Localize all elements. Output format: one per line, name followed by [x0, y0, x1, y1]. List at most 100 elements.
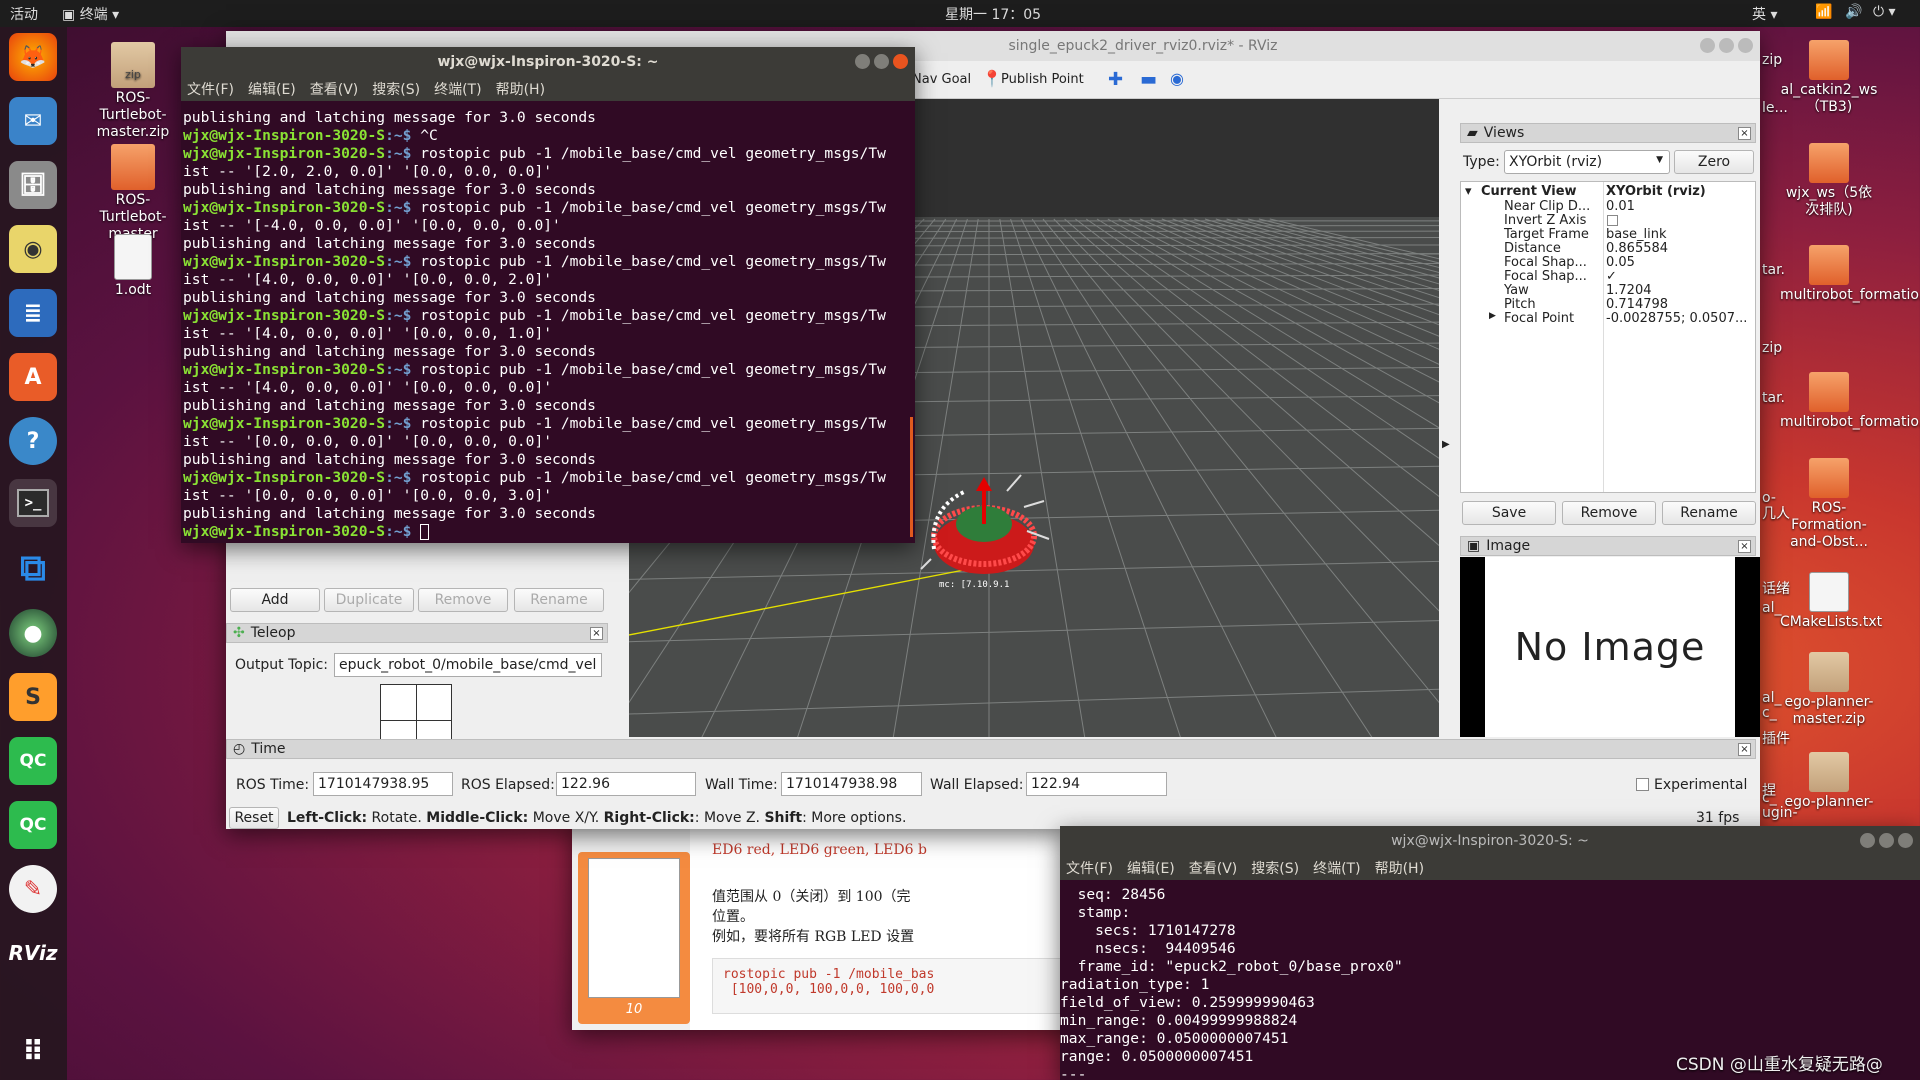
- close-icon[interactable]: ×: [590, 627, 603, 640]
- desktop-icon[interactable]: wjx_ws（5依次排队): [1780, 143, 1878, 219]
- close-icon[interactable]: ×: [1738, 127, 1751, 140]
- writer-icon[interactable]: ≣: [9, 289, 57, 337]
- remove-view-button[interactable]: Remove: [1562, 501, 1656, 525]
- nav-goal-tool[interactable]: Nav Goal: [912, 72, 971, 87]
- volume-icon[interactable]: 🔊: [1845, 4, 1862, 20]
- terminal-titlebar[interactable]: wjx@wjx-Inspiron-3020-S: ~: [181, 47, 915, 77]
- files-icon[interactable]: 🗄: [9, 161, 57, 209]
- views-tree[interactable]: ▾ Current View XYOrbit (rviz) Near Clip …: [1460, 181, 1756, 493]
- remove-display-button[interactable]: Remove: [418, 588, 508, 612]
- show-apps-icon[interactable]: ⠿: [9, 1027, 57, 1075]
- desktop-icon-odt[interactable]: 1.odt: [83, 234, 183, 299]
- rename-display-button[interactable]: Rename: [514, 588, 604, 612]
- expand-icon[interactable]: ▾: [1465, 184, 1472, 199]
- rename-view-button[interactable]: Rename: [1662, 501, 1756, 525]
- desktop-icon[interactable]: al_catkin2_ws（TB3): [1780, 40, 1878, 116]
- terminal-line: frame_id: "epuck2_robot_0/base_prox0": [1060, 958, 1403, 975]
- desktop-icon[interactable]: CMakeLists.txt: [1780, 572, 1882, 631]
- publish-point-tool[interactable]: Publish Point: [1001, 72, 1084, 87]
- invert-z-checkbox[interactable]: [1607, 215, 1618, 226]
- network-icon[interactable]: 📶: [1815, 4, 1832, 20]
- view-type-select[interactable]: XYOrbit (rviz) ▼: [1504, 150, 1670, 174]
- minimize-button[interactable]: [855, 54, 870, 69]
- minimize-button[interactable]: [1700, 38, 1715, 53]
- view-property-value[interactable]: 0.01: [1606, 199, 1635, 214]
- desktop-icon[interactable]: multirobot_formatio...: [1780, 245, 1920, 304]
- page-thumbnail[interactable]: 10: [578, 852, 690, 1024]
- desktop-icon[interactable]: ego-planner-: [1780, 752, 1878, 811]
- view-property-value[interactable]: 0.865584: [1606, 241, 1668, 256]
- menu-item[interactable]: 搜索(S): [1251, 858, 1299, 878]
- collapse-handle[interactable]: ▶: [1439, 99, 1453, 737]
- clock[interactable]: 星期一 17：05: [945, 4, 1041, 24]
- menu-item[interactable]: 编辑(E): [1127, 858, 1175, 878]
- wall-time-field[interactable]: 1710147938.98: [781, 772, 922, 796]
- terminal-icon[interactable]: >_: [9, 479, 57, 527]
- menu-item[interactable]: 查看(V): [1189, 858, 1238, 878]
- menu-item[interactable]: 终端(T): [1313, 858, 1360, 878]
- view-property-value[interactable]: 1.7204: [1606, 283, 1652, 298]
- rhythmbox-icon[interactable]: ◉: [9, 225, 57, 273]
- maximize-button[interactable]: [1719, 38, 1734, 53]
- desktop-icon[interactable]: ROS-Formation-and-Obst...: [1780, 458, 1878, 551]
- desktop-icon-zip[interactable]: zip ROS-Turtlebot-master.zip: [83, 42, 183, 141]
- thunderbird-icon[interactable]: ✉: [9, 97, 57, 145]
- firefox-icon[interactable]: 🦊: [9, 33, 57, 81]
- menu-item[interactable]: 帮助(H): [1375, 858, 1424, 878]
- rviz-icon[interactable]: RViz: [8, 929, 57, 977]
- activities-button[interactable]: 活动: [10, 4, 38, 24]
- scrollbar[interactable]: [910, 417, 913, 537]
- close-icon[interactable]: ×: [1738, 540, 1751, 553]
- vscode-icon[interactable]: ⧉: [9, 545, 57, 593]
- maximize-button[interactable]: [874, 54, 889, 69]
- minimize-button[interactable]: [1860, 833, 1875, 848]
- plus-icon[interactable]: ✚: [1108, 69, 1123, 90]
- desktop-icon-folder[interactable]: ROS-Turtlebot-master: [83, 144, 183, 243]
- zero-button[interactable]: Zero: [1674, 150, 1754, 174]
- menu-item[interactable]: 帮助(H): [496, 79, 545, 99]
- power-icon[interactable]: ⏻ ▾: [1873, 4, 1896, 20]
- view-property-value[interactable]: base_link: [1606, 227, 1666, 242]
- view-property-value[interactable]: -0.0028755; 0.0507...: [1606, 311, 1747, 326]
- duplicate-display-button[interactable]: Duplicate: [324, 588, 414, 612]
- camera-icon[interactable]: ●: [9, 609, 57, 657]
- close-button[interactable]: [893, 54, 908, 69]
- eye-icon[interactable]: ◉: [1170, 69, 1184, 88]
- desktop-icon[interactable]: ego-planner-master.zip: [1780, 652, 1878, 728]
- close-button[interactable]: [1898, 833, 1913, 848]
- menu-item[interactable]: 编辑(E): [248, 79, 296, 99]
- input-method[interactable]: 英 ▾: [1752, 4, 1777, 24]
- view-property-value[interactable]: 0.05: [1606, 255, 1635, 270]
- xournal-icon[interactable]: ✎: [9, 865, 57, 913]
- menu-item[interactable]: 终端(T): [434, 79, 481, 99]
- qc-icon[interactable]: QC: [9, 801, 57, 849]
- save-view-button[interactable]: Save: [1462, 501, 1556, 525]
- view-property-value[interactable]: 0.714798: [1606, 297, 1668, 312]
- add-display-button[interactable]: Add: [230, 588, 320, 612]
- ros-elapsed-field[interactable]: 122.96: [556, 772, 696, 796]
- terminal-output[interactable]: publishing and latching message for 3.0 …: [183, 109, 911, 541]
- app-menu[interactable]: ▣ 终端 ▾: [62, 4, 119, 24]
- help-icon[interactable]: ?: [9, 417, 57, 465]
- wall-elapsed-field[interactable]: 122.94: [1026, 772, 1167, 796]
- menu-item[interactable]: 文件(F): [1066, 858, 1113, 878]
- close-button[interactable]: [1738, 38, 1753, 53]
- sublime-icon[interactable]: S: [9, 673, 57, 721]
- expand-icon[interactable]: ▶: [1489, 311, 1496, 321]
- maximize-button[interactable]: [1879, 833, 1894, 848]
- output-topic-input[interactable]: epuck_robot_0/mobile_base/cmd_vel: [334, 653, 602, 677]
- qc-icon[interactable]: QC: [9, 737, 57, 785]
- menu-item[interactable]: 查看(V): [310, 79, 359, 99]
- terminal-line: publishing and latching message for 3.0 …: [183, 235, 596, 252]
- experimental-checkbox[interactable]: [1636, 778, 1649, 791]
- reset-button[interactable]: Reset: [229, 807, 279, 829]
- ros-time-field[interactable]: 1710147938.95: [313, 772, 453, 796]
- minus-icon[interactable]: ▬: [1140, 69, 1157, 90]
- menu-item[interactable]: 搜索(S): [372, 79, 420, 99]
- software-center-icon[interactable]: A: [9, 353, 57, 401]
- menu-item[interactable]: 文件(F): [187, 79, 234, 99]
- terminal-titlebar[interactable]: wjx@wjx-Inspiron-3020-S: ~: [1060, 826, 1920, 856]
- view-property-value[interactable]: ✓: [1606, 269, 1617, 284]
- close-icon[interactable]: ×: [1738, 743, 1751, 756]
- desktop-icon[interactable]: multirobot_formatio...: [1780, 372, 1920, 431]
